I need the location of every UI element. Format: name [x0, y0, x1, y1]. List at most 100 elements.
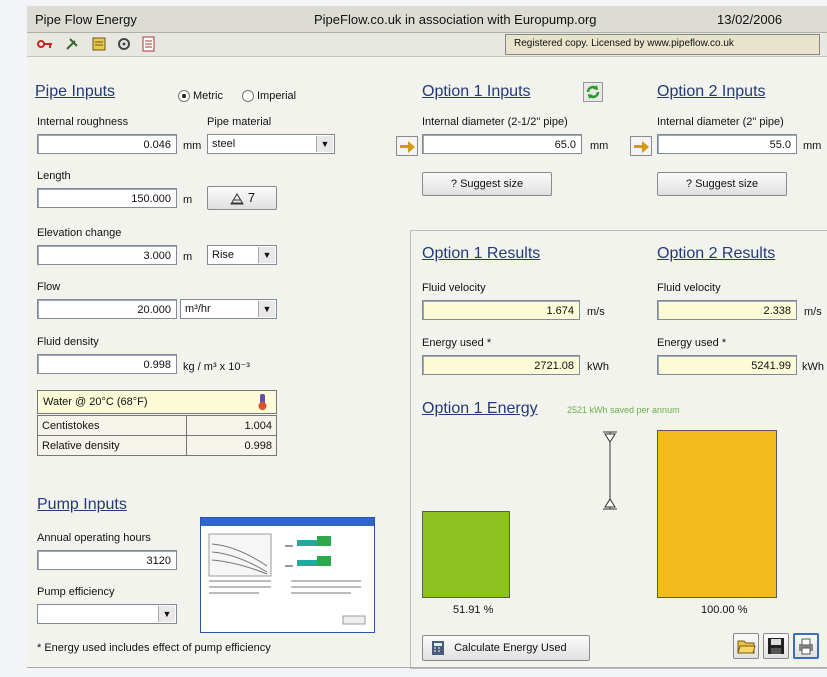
fluid-name: Water @ 20°C (68°F) [43, 396, 148, 408]
flow-label: Flow [37, 281, 61, 293]
fluid-select[interactable]: Water @ 20°C (68°F) [37, 390, 277, 414]
fluid-properties-table: Centistokes 1.004 Relative density 0.998 [37, 415, 277, 456]
flow-unit: m³/hr [185, 303, 211, 315]
efficiency-select[interactable]: ▼ [37, 604, 177, 624]
option1-inputs-title: Option 1 Inputs [422, 83, 531, 100]
document-icon[interactable] [142, 36, 156, 52]
option2-diameter-label: Internal diameter (2" pipe) [657, 116, 784, 128]
pump-inputs-title: Pump Inputs [37, 496, 127, 513]
material-label: Pipe material [207, 116, 272, 128]
elevation-direction: Rise [212, 249, 235, 261]
option2-energy-unit: kWh [802, 361, 824, 373]
settings-icon[interactable] [117, 37, 131, 51]
license-text: Registered copy. Licensed by www.pipeflo… [514, 38, 734, 49]
hours-label: Annual operating hours [37, 532, 151, 544]
length-input[interactable]: 150.000 [37, 188, 177, 208]
fittings-button[interactable]: 7 [207, 186, 277, 210]
notes-icon[interactable] [91, 36, 107, 52]
bar2-percent: 100.00 % [701, 604, 748, 616]
option1-suggest-button[interactable]: ? Suggest size [422, 172, 552, 196]
calculate-button[interactable]: Calculate Energy Used [422, 635, 590, 661]
elevation-unit: m [183, 251, 193, 263]
print-icon [799, 638, 813, 655]
fluid-property-name: Centistokes [37, 415, 187, 436]
option1-velocity-unit: m/s [587, 306, 605, 318]
saving-arrow [603, 431, 617, 510]
option2-diameter-input[interactable]: 55.0 [657, 134, 797, 154]
units-imperial[interactable]: Imperial [242, 90, 296, 103]
material-select[interactable]: steel ▼ [207, 134, 335, 154]
energy-chart [410, 420, 827, 605]
elevation-direction-select[interactable]: Rise ▼ [207, 245, 277, 265]
option2-arrow-icon[interactable] [630, 136, 652, 156]
option2-results-title: Option 2 Results [657, 245, 776, 262]
fluid-box: Water @ 20°C (68°F) Centistokes 1.004 Rela… [37, 390, 277, 472]
efficiency-label: Pump efficiency [37, 586, 115, 598]
elevation-input[interactable]: 3.000 [37, 245, 177, 265]
option2-velocity-unit: m/s [804, 306, 822, 318]
option2-energy-label: Energy used * [657, 337, 727, 349]
density-unit: kg / m³ x 10⁻³ [183, 361, 250, 373]
pump-curve-thumbnail[interactable] [200, 517, 375, 633]
license-box: Registered copy. Licensed by www.pipeflo… [505, 34, 820, 55]
open-button[interactable] [733, 633, 759, 659]
fluid-property-value: 1.004 [186, 415, 277, 436]
imperial-radio[interactable] [242, 90, 254, 103]
print-button[interactable] [793, 633, 819, 659]
pump-curve-graphic [208, 533, 366, 625]
chevron-down-icon[interactable]: ▼ [158, 606, 175, 622]
floppy-disk-icon [768, 638, 784, 654]
fluid-property-row: Centistokes 1.004 [37, 415, 277, 436]
option1-velocity: 1.674 [422, 300, 580, 320]
bar1-percent: 51.91 % [453, 604, 494, 616]
chevron-down-icon[interactable]: ▼ [258, 301, 275, 317]
option1-energy: 2721.08 [422, 355, 580, 375]
roughness-input[interactable]: 0.046 [37, 134, 177, 154]
option2-inputs-title: Option 2 Inputs [657, 83, 766, 100]
option1-energy-label: Energy used * [422, 337, 492, 349]
length-unit: m [183, 194, 193, 206]
date: 13/02/2006 [717, 12, 783, 27]
energy-chart-title: Option 1 Energy [422, 400, 538, 417]
fittings-count: 7 [247, 190, 256, 205]
thermometer-icon[interactable] [254, 393, 272, 411]
elevation-label: Elevation change [37, 227, 122, 239]
option1-energy-unit: kWh [587, 361, 609, 373]
length-label: Length [37, 170, 71, 182]
app-title: Pipe Flow Energy [35, 12, 137, 27]
fittings-icon [229, 192, 245, 206]
pipe-inputs-title: Pipe Inputs [35, 83, 116, 100]
toolbar: Registered copy. Licensed by www.pipeflo… [27, 33, 827, 57]
option1-arrow-icon[interactable] [396, 136, 418, 156]
roughness-unit: mm [183, 140, 202, 152]
key-icon[interactable] [37, 37, 53, 51]
title-bar: Pipe Flow Energy PipeFlow.co.uk in assoc… [27, 6, 827, 33]
partner-text: PipeFlow.co.uk in association with Europ… [314, 12, 597, 27]
flow-input[interactable]: 20.000 [37, 299, 177, 319]
option1-diameter-input[interactable]: 65.0 [422, 134, 582, 154]
chevron-down-icon[interactable]: ▼ [258, 247, 275, 263]
roughness-label: Internal roughness [37, 116, 129, 128]
refresh-icon[interactable] [583, 82, 603, 102]
tools-icon[interactable] [65, 37, 81, 51]
flow-unit-select[interactable]: m³/hr ▼ [180, 299, 277, 319]
calculator-icon [431, 640, 445, 656]
folder-open-icon [737, 640, 756, 654]
option2-velocity: 2.338 [657, 300, 797, 320]
bar-option1 [422, 511, 510, 598]
thumbnail-titlebar [201, 518, 374, 526]
option2-velocity-label: Fluid velocity [657, 282, 721, 294]
metric-radio[interactable] [178, 90, 190, 103]
chevron-down-icon[interactable]: ▼ [316, 136, 333, 152]
hours-input[interactable]: 3120 [37, 550, 177, 570]
calculate-label: Calculate Energy Used [454, 642, 567, 654]
density-input[interactable]: 0.998 [37, 354, 177, 374]
option1-diameter-label: Internal diameter (2-1/2" pipe) [422, 116, 568, 128]
save-button[interactable] [763, 633, 789, 659]
units-metric[interactable]: Metric [178, 90, 223, 103]
option1-results-title: Option 1 Results [422, 245, 541, 262]
metric-label: Metric [193, 90, 223, 102]
option2-suggest-button[interactable]: ? Suggest size [657, 172, 787, 196]
option2-energy: 5241.99 [657, 355, 797, 375]
fluid-property-row: Relative density 0.998 [37, 435, 277, 456]
